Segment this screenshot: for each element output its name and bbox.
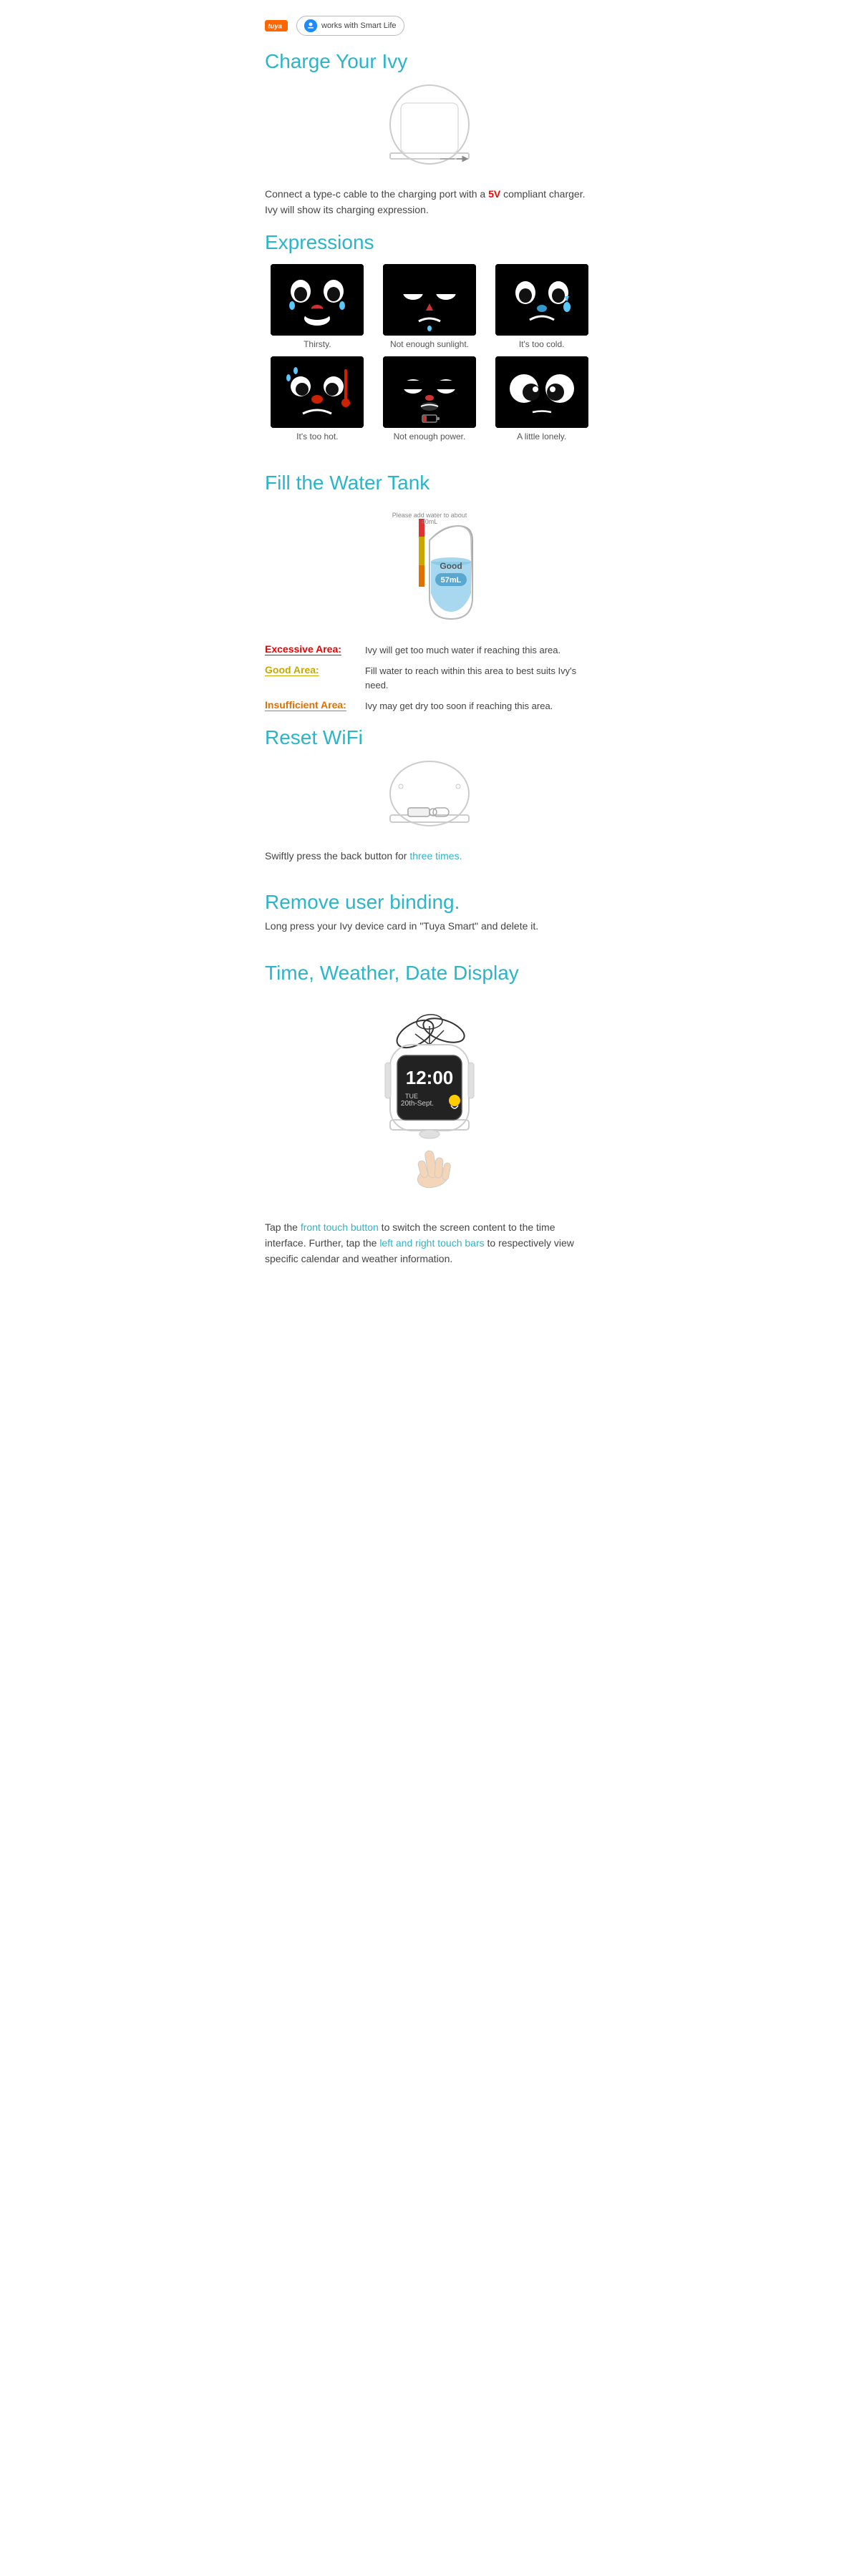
- area-legend: Excessive Area: Ivy will get too much wa…: [265, 643, 594, 713]
- expression-cold: It's too cold.: [489, 264, 594, 349]
- expression-face-cold: [495, 264, 588, 336]
- expression-thirsty: Thirsty.: [265, 264, 370, 349]
- svg-text:20th-Sept.: 20th-Sept.: [401, 1100, 434, 1108]
- tuya-logo: tuya: [265, 14, 288, 37]
- good-label: Good Area:: [265, 664, 358, 675]
- smart-life-badge: works with Smart Life: [296, 16, 404, 36]
- voltage-highlight: 5V: [488, 188, 500, 200]
- svg-text:Good: Good: [440, 561, 462, 571]
- remove-binding-title: Remove user binding.: [265, 891, 594, 914]
- expression-label-cold: It's too cold.: [519, 339, 565, 349]
- expression-lonely: A little lonely.: [489, 356, 594, 441]
- reset-wifi-title: Reset WiFi: [265, 726, 594, 749]
- time-image: 12:00 TUE 20th-Sept.: [265, 995, 594, 1209]
- smart-life-label: works with Smart Life: [321, 21, 397, 30]
- area-row-excessive: Excessive Area: Ivy will get too much wa…: [265, 643, 594, 658]
- reset-image: [265, 758, 594, 836]
- expression-power: Not enough power.: [377, 356, 482, 441]
- expression-label-sunlight: Not enough sunlight.: [390, 339, 469, 349]
- ivy-charge-diagram: [372, 82, 487, 175]
- smart-life-icon: [304, 19, 317, 32]
- expression-label-lonely: A little lonely.: [517, 431, 566, 441]
- svg-text:12:00: 12:00: [406, 1067, 454, 1088]
- remove-binding-description: Long press your Ivy device card in "Tuya…: [265, 918, 594, 934]
- expression-hot: It's too hot.: [265, 356, 370, 441]
- water-tank-container: Please add water to about 40mL Good 57mL: [265, 504, 594, 633]
- expression-face-hot: [271, 356, 364, 428]
- insufficient-label: Insufficient Area:: [265, 699, 358, 711]
- reset-description: Swiftly press the back button for three …: [265, 848, 594, 864]
- excessive-desc: Ivy will get too much water if reaching …: [365, 643, 560, 658]
- water-tank-diagram: Please add water to about 40mL Good 57mL: [358, 504, 501, 633]
- charge-image: [265, 82, 594, 175]
- charge-title: Charge Your Ivy: [265, 50, 594, 73]
- expression-face-power: [383, 356, 476, 428]
- svg-text:57mL: 57mL: [441, 576, 462, 585]
- time-weather-diagram: 12:00 TUE 20th-Sept.: [351, 995, 508, 1209]
- good-desc: Fill water to reach within this area to …: [365, 664, 594, 692]
- expression-label-power: Not enough power.: [394, 431, 466, 441]
- expression-face-thirsty: [271, 264, 364, 336]
- tuya-icon: tuya: [265, 14, 288, 37]
- touch-bars-highlight: left and right touch bars: [379, 1237, 484, 1249]
- area-row-good: Good Area: Fill water to reach within th…: [265, 664, 594, 692]
- expression-sunlight: Not enough sunlight.: [377, 264, 482, 349]
- charge-description: Connect a type-c cable to the charging p…: [265, 186, 594, 218]
- time-description: Tap the front touch button to switch the…: [265, 1219, 594, 1267]
- area-row-insufficient: Insufficient Area: Ivy may get dry too s…: [265, 699, 594, 713]
- water-tank-title: Fill the Water Tank: [265, 472, 594, 494]
- front-touch-button-highlight: front touch button: [301, 1221, 379, 1233]
- svg-text:TUE: TUE: [405, 1093, 418, 1100]
- svg-text:tuya: tuya: [268, 23, 282, 31]
- time-weather-title: Time, Weather, Date Display: [265, 962, 594, 985]
- svg-text:40mL: 40mL: [422, 518, 438, 525]
- excessive-label: Excessive Area:: [265, 643, 358, 655]
- reset-wifi-diagram: [372, 758, 487, 836]
- expression-label-thirsty: Thirsty.: [304, 339, 331, 349]
- three-times-highlight: three times.: [409, 850, 462, 862]
- expression-face-sunlight: [383, 264, 476, 336]
- expressions-grid: Thirsty. Not enough sunlight.: [265, 264, 594, 441]
- header: tuya works with Smart Life: [265, 14, 594, 37]
- expressions-title: Expressions: [265, 231, 594, 254]
- expression-label-hot: It's too hot.: [296, 431, 338, 441]
- expression-face-lonely: [495, 356, 588, 428]
- insufficient-desc: Ivy may get dry too soon if reaching thi…: [365, 699, 553, 713]
